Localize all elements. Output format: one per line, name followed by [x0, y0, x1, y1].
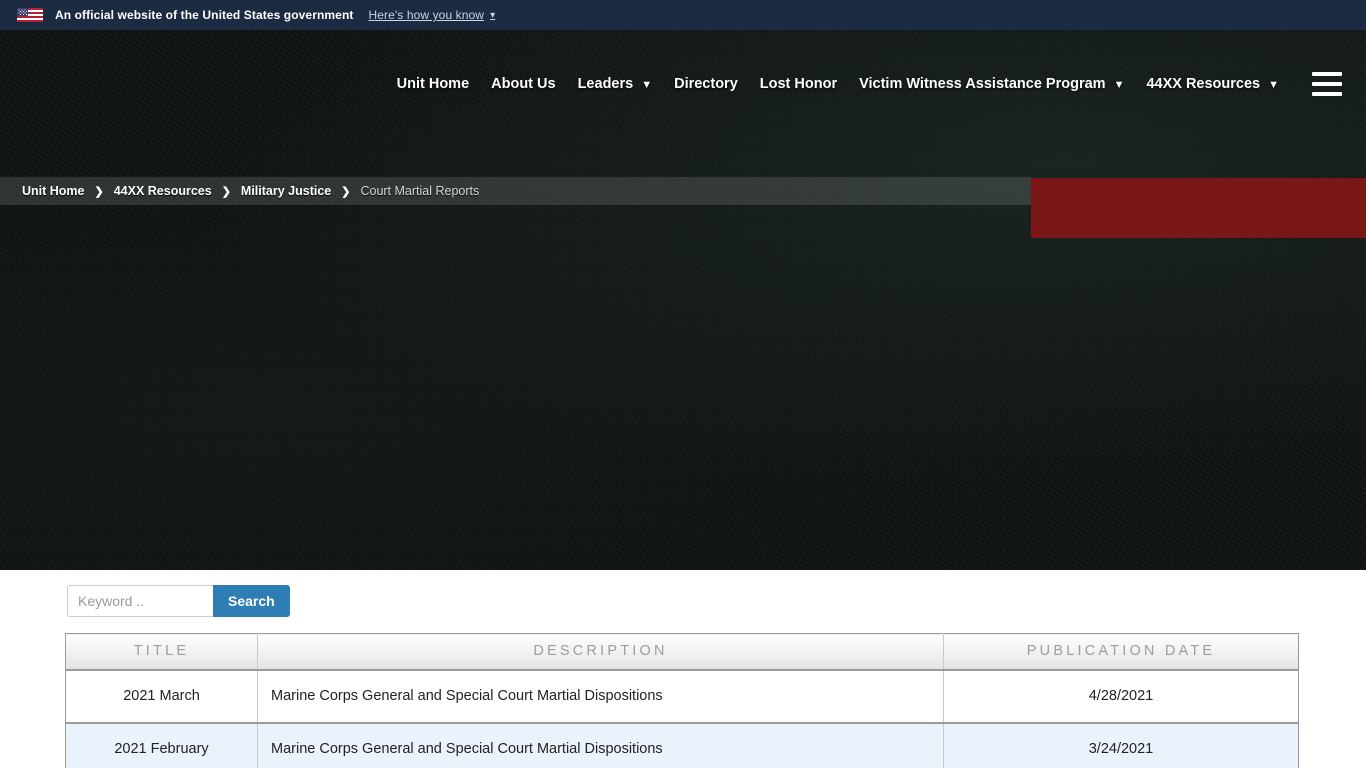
nav-item-label: Lost Honor — [759, 76, 838, 92]
nav-item-label: Unit Home — [396, 76, 470, 92]
banner-text: An official website of the United States… — [55, 8, 354, 22]
chevron-down-icon: ▼ — [641, 79, 653, 91]
nav-item-44xx-resources[interactable]: 44XX Resources ▼ — [1135, 70, 1290, 98]
table-row: 2021 March Marine Corps General and Spec… — [65, 669, 1299, 724]
nav-item-label: Victim Witness Assistance Program — [859, 76, 1106, 92]
hamburger-menu-icon[interactable] — [1312, 72, 1342, 96]
heres-how-you-know-link[interactable]: Here's how you know ▾ — [368, 8, 495, 22]
nav-item-unit-home[interactable]: Unit Home — [386, 70, 481, 98]
nav-item-label: Directory — [674, 76, 738, 92]
breadcrumb: Unit Home ❯ 44XX Resources ❯ Military Ju… — [0, 177, 1031, 205]
nav-item-victim-witness-assistance-program[interactable]: Victim Witness Assistance Program ▼ — [848, 70, 1135, 98]
court-martial-reports-table: TITLE DESCRIPTION PUBLICATION DATE 2021 … — [65, 633, 1299, 768]
heres-how-you-know-label: Here's how you know — [368, 8, 485, 22]
hamburger-bar — [1312, 92, 1342, 96]
breadcrumb-separator-icon: ❯ — [341, 185, 351, 198]
usa-government-banner: An official website of the United States… — [0, 0, 1366, 30]
hamburger-bar — [1312, 72, 1342, 76]
breadcrumb-separator-icon: ❯ — [221, 185, 231, 198]
red-accent-block — [1031, 178, 1366, 238]
breadcrumb-item-unit-home[interactable]: Unit Home — [22, 184, 85, 198]
search-group: Search — [67, 585, 290, 617]
report-description: Marine Corps General and Special Court M… — [257, 669, 944, 724]
court-martial-reports-table-wrapper: TITLE DESCRIPTION PUBLICATION DATE 2021 … — [65, 633, 1299, 768]
chevron-down-icon: ▼ — [1268, 79, 1279, 91]
nav-item-label: 44XX Resources — [1146, 76, 1261, 92]
search-input[interactable] — [67, 585, 213, 617]
search-row: Search — [0, 570, 1366, 617]
nav-item-about-us[interactable]: About Us — [480, 70, 566, 98]
report-publication-date: 4/28/2021 — [943, 669, 1299, 724]
hamburger-bar — [1312, 82, 1342, 86]
main-content: Search TITLE DESCRIPTION PUBLICATION DAT… — [0, 570, 1366, 768]
column-header-title[interactable]: TITLE — [65, 633, 258, 671]
table-body: 2021 March Marine Corps General and Spec… — [65, 669, 1299, 768]
nav-item-directory[interactable]: Directory — [663, 70, 749, 98]
column-header-publication-date[interactable]: PUBLICATION DATE — [943, 633, 1299, 671]
report-description: Marine Corps General and Special Court M… — [257, 722, 944, 768]
nav-item-label: Leaders — [577, 76, 634, 92]
us-flag-icon — [17, 8, 43, 22]
chevron-down-icon: ▾ — [490, 9, 496, 21]
header-nav-row: Unit Home About Us Leaders ▼ Directory L… — [0, 30, 1366, 138]
breadcrumb-item-military-justice[interactable]: Military Justice — [241, 184, 331, 198]
breadcrumb-item-court-martial-reports: Court Martial Reports — [360, 184, 480, 198]
nav-item-leaders[interactable]: Leaders ▼ — [567, 70, 664, 98]
report-publication-date: 3/24/2021 — [943, 722, 1299, 768]
report-title-link[interactable]: 2021 February — [65, 722, 258, 768]
breadcrumb-item-44xx-resources[interactable]: 44XX Resources — [114, 184, 212, 198]
main-navigation: Unit Home About Us Leaders ▼ Directory L… — [386, 70, 1342, 98]
table-header: TITLE DESCRIPTION PUBLICATION DATE — [65, 633, 1299, 671]
table-row: 2021 February Marine Corps General and S… — [65, 722, 1299, 768]
column-header-description[interactable]: DESCRIPTION — [257, 633, 944, 671]
report-title-link[interactable]: 2021 March — [65, 669, 258, 724]
table-header-row: TITLE DESCRIPTION PUBLICATION DATE — [65, 633, 1299, 671]
nav-item-lost-honor[interactable]: Lost Honor — [749, 70, 848, 98]
hero-banner: Unit Home About Us Leaders ▼ Directory L… — [0, 30, 1366, 570]
chevron-down-icon: ▼ — [1113, 79, 1125, 91]
nav-item-label: About Us — [491, 76, 556, 92]
breadcrumb-separator-icon: ❯ — [94, 185, 104, 198]
search-button[interactable]: Search — [213, 585, 290, 617]
